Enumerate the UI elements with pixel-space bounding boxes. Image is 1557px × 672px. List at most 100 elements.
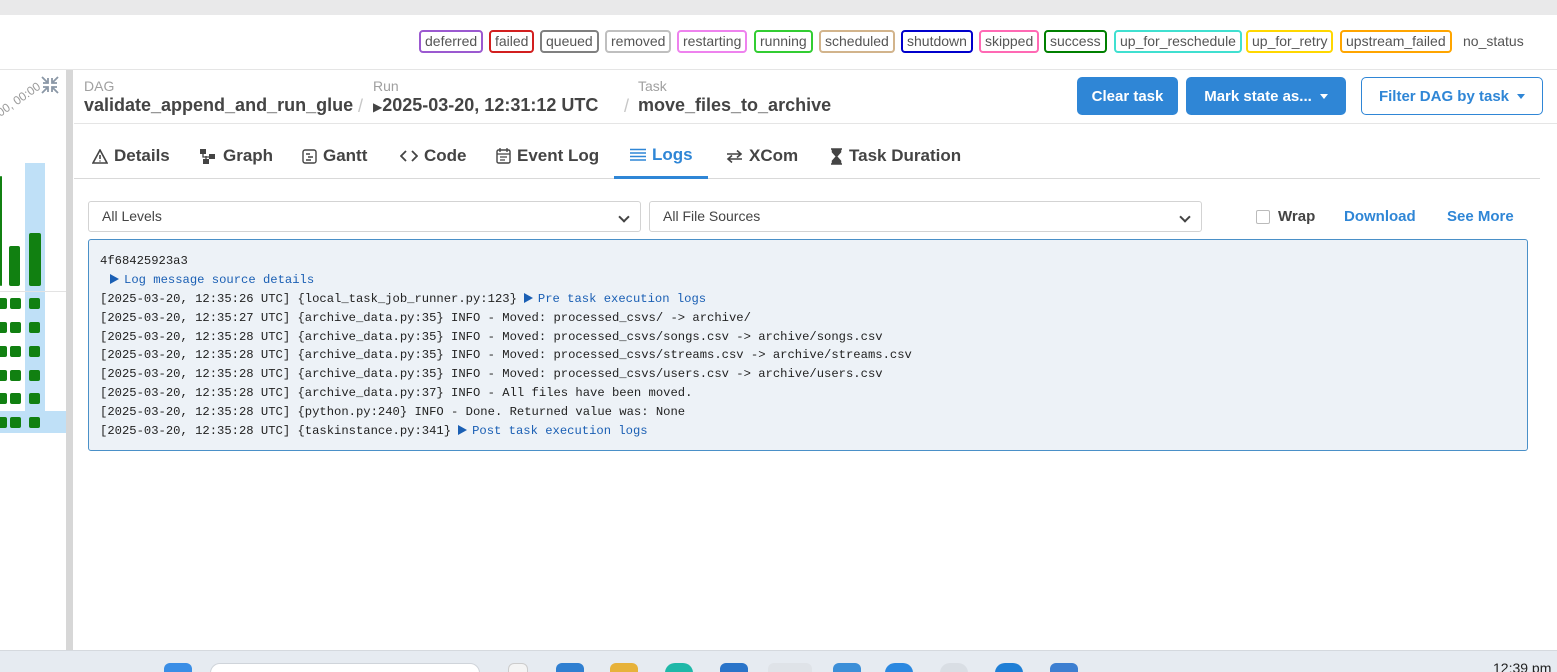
clear-task-button[interactable]: Clear task [1077,77,1178,115]
log-level-value: All Levels [102,208,162,224]
pre-task-logs-toggle[interactable]: Pre task execution logs [538,292,706,306]
tab-graph-label: Graph [223,146,274,165]
grid-run-bar[interactable] [29,233,41,286]
collapse-icon[interactable] [40,75,60,95]
legend-upstream-failed: upstream_failed [1340,30,1452,53]
tab-logs[interactable]: Logs [614,133,708,179]
breadcrumb-dag-value[interactable]: validate_append_and_run_glue [84,94,353,116]
breadcrumb-separator: / [358,96,364,116]
vscode-icon[interactable] [720,663,748,672]
legend-up-for-retry: up_for_retry [1246,30,1334,53]
download-link[interactable]: Download [1344,208,1416,225]
tab-details-label: Details [114,146,170,165]
grid-run-bar[interactable] [9,246,20,286]
breadcrumb-run[interactable]: Run ▶2025-03-20, 12:31:12 UTC [373,78,598,118]
file-source-select[interactable]: All File Sources [649,201,1202,232]
chrome-icon[interactable] [768,663,812,672]
hourglass-icon [831,147,842,165]
grid-task-cell[interactable] [0,370,7,381]
grid-task-cell[interactable] [29,393,40,404]
log-source-details-toggle[interactable]: Log message source details [100,271,1527,290]
breadcrumb-task-label: Task [638,78,667,94]
tab-code-label: Code [424,146,467,165]
grid-task-cell[interactable] [10,370,21,381]
grid-task-cell[interactable] [0,322,7,333]
expand-triangle-icon [458,425,468,436]
grid-task-cell[interactable] [10,346,21,357]
tab-xcom[interactable]: XCom [724,133,800,179]
grid-task-cell[interactable] [10,298,21,309]
see-more-link[interactable]: See More [1447,208,1514,225]
app-icon[interactable] [995,663,1023,672]
header-divider [74,123,1557,124]
file-source-value: All File Sources [663,208,761,224]
breadcrumb-dag[interactable]: DAG validate_append_and_run_glue [84,78,353,116]
app-icon[interactable] [1050,663,1078,672]
grid-task-cell[interactable] [29,298,40,309]
filter-dag-label: Filter DAG by task [1378,87,1510,105]
grid-task-cell[interactable] [10,417,21,428]
tab-graph[interactable]: Graph [198,133,275,179]
grid-task-cell[interactable] [29,322,40,333]
grid-task-cell[interactable] [0,298,7,309]
log-line: [2025-03-20, 12:35:28 UTC] {python.py:24… [100,405,686,420]
folder-icon[interactable] [610,663,638,672]
app-icon[interactable] [885,663,913,672]
filter-dag-button[interactable]: Filter DAG by task [1361,77,1543,115]
log-line: [2025-03-20, 12:35:28 UTC] {taskinstance… [100,422,1527,441]
tab-event-log[interactable]: Event Log [494,133,601,179]
grid-task-cell[interactable] [29,370,40,381]
chevron-down-icon [1517,93,1526,99]
grid-task-cell[interactable] [29,417,40,428]
file-icon[interactable] [508,663,528,672]
browser-edge-icon[interactable] [665,663,693,672]
list-icon [630,148,646,161]
grid-task-cell[interactable] [0,393,7,404]
windows-start-icon[interactable] [164,663,192,672]
panel-resize-bar[interactable] [66,70,73,650]
legend-success: success [1044,30,1107,53]
legend-skipped: skipped [979,30,1040,53]
breadcrumb-separator: / [624,96,630,116]
post-task-logs-toggle[interactable]: Post task execution logs [472,424,648,438]
grid-task-cell[interactable] [0,346,7,357]
app-icon[interactable] [940,663,968,672]
legend-shutdown: shutdown [901,30,973,53]
breadcrumb-task[interactable]: Task move_files_to_archive [638,78,831,116]
grid-task-cell[interactable] [10,322,21,333]
exchange-icon [726,149,743,163]
legend-no-status: no_status [1457,30,1530,53]
play-icon: ▶ [373,100,383,114]
tab-task-duration[interactable]: Task Duration [828,133,963,179]
breadcrumb-run-value[interactable]: ▶2025-03-20, 12:31:12 UTC [373,94,598,118]
state-legend: deferred failed queued removed restartin… [0,28,1557,56]
grid-task-cell[interactable] [29,346,40,357]
mark-state-button[interactable]: Mark state as... [1186,77,1346,115]
graph-icon [200,148,215,164]
run-value-text: 2025-03-20, 12:31:12 UTC [382,95,599,115]
log-line: [2025-03-20, 12:35:28 UTC] {archive_data… [100,386,693,401]
grid-task-cell[interactable] [0,417,7,428]
taskbar-clock[interactable]: 12:39 pm [1493,660,1551,672]
legend-restarting: restarting [677,30,748,53]
log-level-select[interactable]: All Levels [88,201,641,232]
clear-task-label: Clear task [1091,87,1164,105]
tab-details[interactable]: Details [90,133,172,179]
wrap-checkbox[interactable] [1256,209,1270,224]
breadcrumb-run-label: Run [373,78,399,94]
log-host: 4f68425923a3 [100,254,188,268]
legend-removed: removed [605,30,672,53]
log-line-text: [2025-03-20, 12:35:26 UTC] {local_task_j… [100,291,517,306]
app-icon[interactable] [833,663,861,672]
calendar-icon [496,148,511,164]
tab-task-duration-label: Task Duration [849,146,962,165]
grid-task-cell[interactable] [10,393,21,404]
briefcase-icon[interactable] [556,663,584,672]
tab-code[interactable]: Code [398,133,469,179]
tab-gantt[interactable]: Gantt [300,133,369,179]
grid-run-bar[interactable] [0,176,2,286]
wrap-toggle[interactable]: Wrap [1256,208,1315,225]
taskbar-search-box[interactable] [210,663,480,672]
grid-row-divider [0,291,66,292]
breadcrumb-task-value[interactable]: move_files_to_archive [638,94,831,116]
